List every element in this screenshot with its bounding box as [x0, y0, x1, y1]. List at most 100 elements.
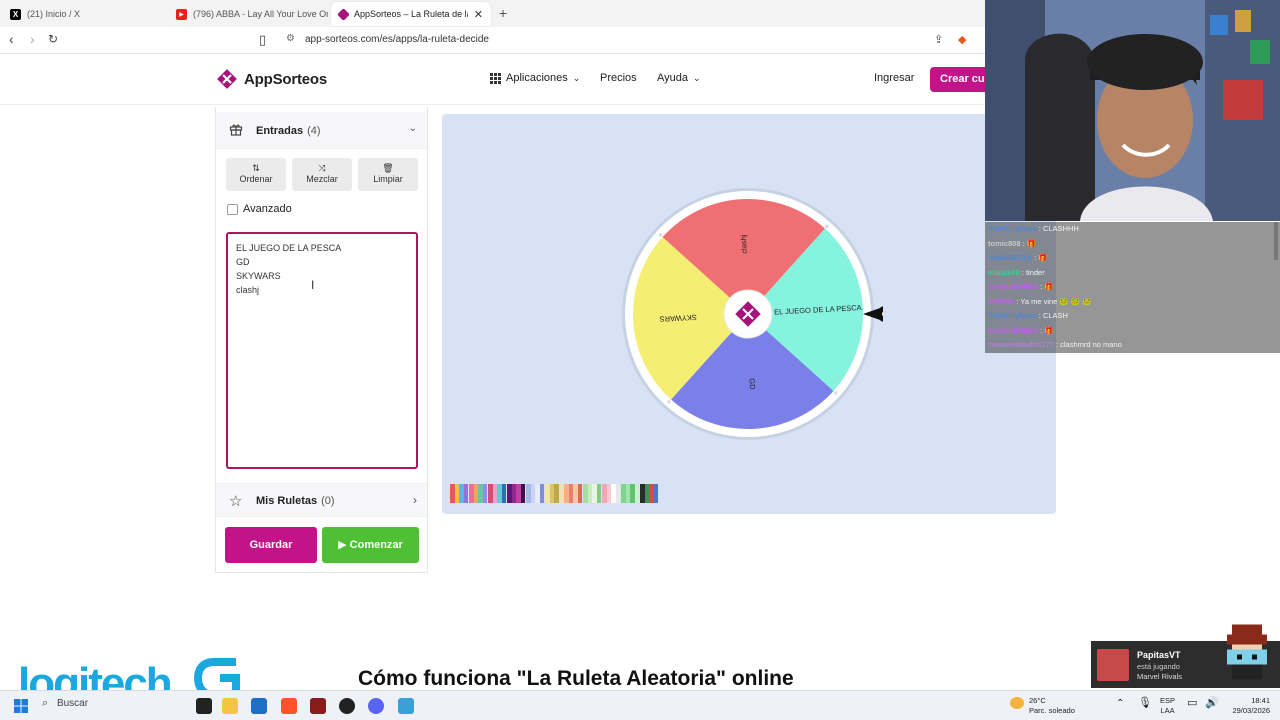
chat-username: TheWillyRexx — [988, 311, 1037, 320]
palette-swatch[interactable] — [583, 484, 601, 503]
windows-start-icon[interactable] — [13, 698, 29, 714]
tab-title: AppSorteos – La Ruleta de la Suerte — [354, 9, 468, 19]
windows-taskbar: ⌕ Buscar 26°C Parc. soleado ⌃ 🎙 ESP LAA … — [0, 690, 1280, 720]
browser-tab-x[interactable]: X (21) Inicio / X — [2, 2, 167, 26]
entries-accordion-header[interactable]: Entradas (4) ⌄ — [216, 112, 427, 149]
chat-message: comunistautist777 : clashmrd no mano — [985, 338, 1280, 353]
bookmark-icon[interactable]: ▯ — [259, 32, 266, 48]
appsorteos-icon — [337, 7, 350, 21]
taskbar-search[interactable]: ⌕ Buscar — [42, 697, 182, 715]
streamer-webcam — [985, 0, 1280, 221]
volume-icon[interactable]: 🔊 — [1205, 698, 1219, 709]
brave-shield-icon[interactable]: ◆ — [958, 33, 966, 46]
weather-desc: Parc. soleado — [1029, 706, 1075, 715]
obs-icon[interactable] — [339, 698, 355, 714]
chat-username: TheWillyRexx — [988, 224, 1037, 233]
new-tab-icon[interactable]: + — [499, 5, 507, 21]
gift-icon — [229, 124, 243, 136]
chat-text: : 🎁 — [1020, 238, 1037, 248]
palette-swatch[interactable] — [564, 484, 582, 503]
shuffle-label: Mezclar — [306, 174, 338, 184]
advanced-checkbox[interactable] — [227, 203, 238, 215]
star-icon: ☆ — [229, 493, 243, 510]
clock[interactable]: 18:41 29/03/2026 — [1226, 696, 1270, 716]
task-view-icon[interactable] — [196, 698, 212, 714]
weather-icon — [1010, 697, 1024, 709]
entries-textarea[interactable]: EL JUEGO DE LA PESCA GD SKYWARS clashj — [226, 232, 418, 469]
my-wheels-count: (0) — [321, 495, 335, 507]
start-button[interactable]: ▶ Comenzar — [322, 527, 419, 563]
login-link[interactable]: Ingresar — [874, 72, 914, 84]
chat-message: YoMARIOXX : 🎁 — [985, 251, 1280, 266]
chevron-up-icon[interactable]: ⌃ — [1116, 699, 1124, 709]
chevron-down-icon: ⌄ — [693, 72, 701, 83]
save-button[interactable]: Guardar — [225, 527, 317, 563]
wheel-segment-label: GD — [747, 378, 757, 390]
chevron-down-icon: ⌄ — [572, 72, 581, 83]
color-palette-picker — [450, 484, 658, 503]
shuffle-button[interactable]: ⤨ Mezclar — [292, 158, 352, 191]
app-icon[interactable] — [398, 698, 414, 714]
chat-message: tomic808 : 🎁 — [985, 236, 1280, 251]
palette-swatch[interactable] — [602, 484, 620, 503]
wheel-peg — [833, 391, 838, 395]
search-placeholder: Buscar — [56, 698, 89, 709]
advanced-toggle[interactable]: Avanzado — [227, 203, 292, 215]
chevron-down-icon[interactable]: ⌄ — [409, 123, 417, 134]
nav-prices[interactable]: Precios — [600, 72, 637, 84]
sort-label: Ordenar — [239, 174, 273, 184]
chat-text: : 🎁 — [1032, 253, 1048, 262]
network-icon[interactable]: ▭ — [1187, 698, 1197, 709]
create-account-button[interactable]: Crear cuenta — [930, 67, 990, 92]
palette-swatch[interactable] — [507, 484, 525, 503]
chat-message: JPXPIX : Ya me vine 🐸 🐸 🐸 — [985, 294, 1280, 309]
language-indicator[interactable]: ESP LAA — [1160, 696, 1175, 716]
file-explorer-icon[interactable] — [222, 698, 238, 714]
appsorteos-logo-icon — [217, 69, 237, 89]
reload-icon[interactable]: ↻ — [48, 32, 58, 46]
microphone-icon[interactable]: 🎙 — [1138, 698, 1152, 709]
chat-text: : 🎁 — [1038, 325, 1054, 335]
palette-swatch[interactable] — [450, 484, 468, 503]
game-app-icon[interactable] — [310, 698, 326, 714]
my-wheels-title: Mis Ruletas (0) — [256, 495, 335, 507]
forward-icon[interactable]: › — [30, 31, 35, 47]
palette-swatch[interactable] — [640, 484, 658, 503]
palette-swatch[interactable] — [488, 484, 506, 503]
my-wheels-accordion-header[interactable]: ☆ Mis Ruletas (0) › — [216, 483, 427, 517]
nav-apps-label: Aplicaciones — [506, 72, 568, 84]
youtube-icon: ▶ — [176, 8, 187, 20]
brave-browser-icon[interactable] — [281, 698, 297, 714]
back-icon[interactable]: ‹ — [9, 31, 14, 47]
nav-apps[interactable]: Aplicaciones ⌄ — [490, 72, 580, 84]
logo-text: AppSorteos — [244, 70, 328, 88]
clear-button[interactable]: 🗑 Limpiar — [358, 158, 418, 191]
store-icon[interactable] — [251, 698, 267, 714]
browser-tab-youtube[interactable]: ▶ (796) ABBA - Lay All Your Love On Me — [168, 2, 328, 26]
roulette-wheel[interactable]: EL JUEGO DE LA PESCAGDSKYWARSclashj — [618, 186, 883, 446]
chat-username: JPXPIX — [988, 296, 1015, 306]
close-tab-icon[interactable]: ✕ — [468, 8, 483, 21]
discord-icon[interactable] — [368, 698, 384, 714]
share-icon[interactable]: ⇪ — [934, 33, 943, 46]
chevron-right-icon: › — [413, 493, 417, 507]
palette-swatch[interactable] — [526, 484, 544, 503]
palette-swatch[interactable] — [469, 484, 487, 503]
site-info-icon[interactable]: ⚙ — [286, 33, 295, 44]
chat-text: : tinder — [1019, 267, 1045, 277]
nav-help[interactable]: Ayuda ⌄ — [657, 72, 701, 84]
tab-title: (796) ABBA - Lay All Your Love On Me — [193, 9, 328, 19]
notification-game: Marvel Rivals — [1137, 672, 1183, 681]
weather-widget[interactable]: 26°C Parc. soleado — [1029, 696, 1075, 716]
palette-swatch[interactable] — [545, 484, 563, 503]
palette-swatch[interactable] — [621, 484, 639, 503]
appsorteos-logo[interactable]: AppSorteos — [215, 67, 327, 91]
entries-count: (4) — [307, 125, 321, 137]
sort-button[interactable]: ⇅ Ordenar — [226, 158, 286, 191]
chat-scrollbar[interactable] — [1274, 222, 1278, 260]
nav-prices-label: Precios — [600, 72, 637, 84]
url-field[interactable]: app-sorteos.com/es/apps/la-ruleta-decide — [305, 34, 489, 45]
tab-title: (21) Inicio / X — [27, 9, 81, 19]
chat-message: JordanENkick : 🎁 — [985, 280, 1280, 295]
browser-tab-appsorteos[interactable]: AppSorteos – La Ruleta de la Suerte ✕ — [331, 2, 491, 26]
